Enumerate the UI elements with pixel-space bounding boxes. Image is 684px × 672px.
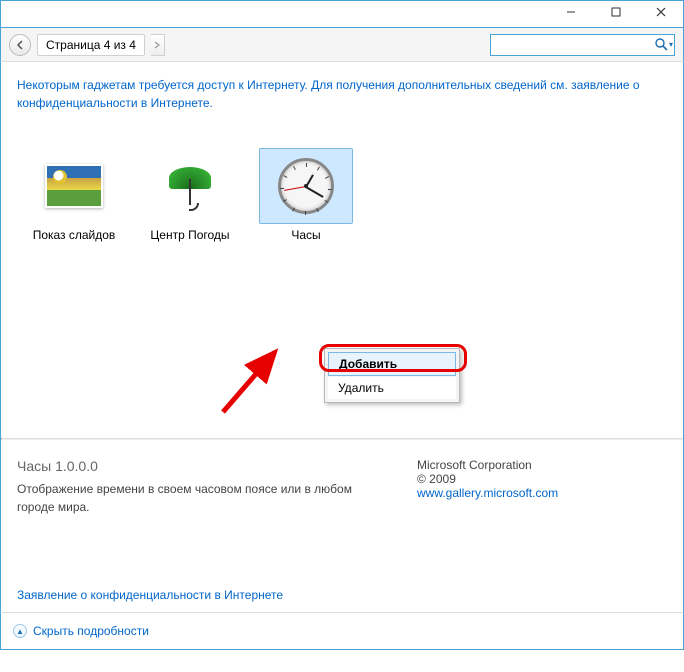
gadget-slideshow[interactable]: Показ слайдов [27,148,121,360]
footer-label: Скрыть подробности [33,624,149,638]
page-label: Страница 4 из 4 [46,38,136,52]
toolbar: Страница 4 из 4 ▾ [0,28,684,62]
search-input[interactable] [491,38,654,52]
internet-hint: Некоторым гаджетам требуется доступ к Ин… [1,62,683,120]
details-copyright: © 2009 [417,472,558,486]
details-vendor: Microsoft Corporation [417,458,558,472]
gadget-clock[interactable]: Часы [259,148,353,360]
content-area: Некоторым гаджетам требуется доступ к Ин… [0,62,684,612]
window-titlebar [0,0,684,28]
slideshow-icon [45,164,103,208]
search-icon[interactable] [654,35,668,55]
nav-forward-button[interactable] [151,34,165,56]
page-indicator[interactable]: Страница 4 из 4 [37,34,145,56]
minimize-button[interactable] [548,1,593,23]
gadget-label: Часы [259,228,353,242]
close-button[interactable] [638,1,683,23]
details-description: Отображение времени в своем часовом пояс… [17,480,377,516]
gadget-weather[interactable]: Центр Погоды [143,148,237,360]
annotation-highlight [319,344,467,372]
gadget-label: Центр Погоды [143,228,237,242]
search-dropdown-icon[interactable]: ▾ [668,40,674,49]
nav-back-button[interactable] [9,34,31,56]
clock-icon [278,158,334,214]
search-box[interactable]: ▾ [490,34,675,56]
details-link[interactable]: www.gallery.microsoft.com [417,486,558,500]
details-pane: Часы 1.0.0.0 Отображение времени в своем… [1,440,683,570]
details-title: Часы 1.0.0.0 [17,458,377,474]
annotation-arrow [215,342,295,422]
chevron-up-icon: ▲ [13,624,27,638]
footer-collapse[interactable]: ▲ Скрыть подробности [0,612,684,650]
gadget-grid: Показ слайдов Центр Погоды [1,120,683,360]
umbrella-icon [165,161,215,211]
privacy-link[interactable]: Заявление о конфиденциальности в Интерне… [17,588,283,602]
gadget-label: Показ слайдов [27,228,121,242]
context-menu-delete[interactable]: Удалить [328,377,456,399]
maximize-button[interactable] [593,1,638,23]
